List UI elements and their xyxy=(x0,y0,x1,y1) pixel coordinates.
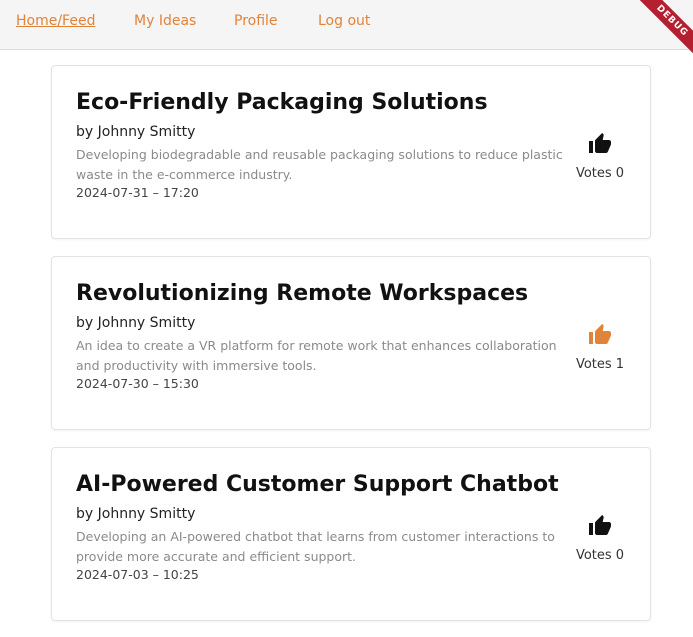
vote-box: Votes 0 xyxy=(570,514,630,563)
idea-date: 2024-07-30 – 15:30 xyxy=(76,376,199,391)
idea-description: Developing biodegradable and reusable pa… xyxy=(76,147,563,182)
vote-box: Votes 1 xyxy=(570,323,630,372)
idea-title: Revolutionizing Remote Workspaces xyxy=(76,281,529,306)
idea-author: by Johnny Smitty xyxy=(76,506,196,522)
vote-count: Votes 0 xyxy=(575,166,625,181)
idea-date: 2024-07-31 – 17:20 xyxy=(76,185,199,200)
vote-count: Votes 0 xyxy=(575,548,625,563)
idea-description: An idea to create a VR platform for remo… xyxy=(76,338,557,373)
idea-title: Eco-Friendly Packaging Solutions xyxy=(76,90,488,115)
vote-count: Votes 1 xyxy=(575,357,625,372)
nav-my-ideas[interactable]: My Ideas xyxy=(134,13,196,29)
idea-card: Revolutionizing Remote Workspaces by Joh… xyxy=(51,256,651,430)
top-nav-bar: Home/Feed My Ideas Profile Log out DEBUG xyxy=(0,0,693,66)
thumbs-up-icon[interactable] xyxy=(586,323,614,349)
idea-card: AI-Powered Customer Support Chatbot by J… xyxy=(51,447,651,621)
nav-profile[interactable]: Profile xyxy=(234,13,278,29)
debug-banner: DEBUG xyxy=(627,0,693,66)
idea-description: Developing an AI-powered chatbot that le… xyxy=(76,529,555,564)
idea-card: Eco-Friendly Packaging Solutions by John… xyxy=(51,65,651,239)
idea-author: by Johnny Smitty xyxy=(76,124,196,140)
idea-title: AI-Powered Customer Support Chatbot xyxy=(76,472,559,497)
thumbs-up-icon[interactable] xyxy=(586,132,614,158)
idea-date: 2024-07-03 – 10:25 xyxy=(76,567,199,582)
thumbs-up-icon[interactable] xyxy=(586,514,614,540)
vote-box: Votes 0 xyxy=(570,132,630,181)
nav-logout[interactable]: Log out xyxy=(318,13,370,29)
nav-home-feed[interactable]: Home/Feed xyxy=(16,13,95,29)
idea-author: by Johnny Smitty xyxy=(76,315,196,331)
